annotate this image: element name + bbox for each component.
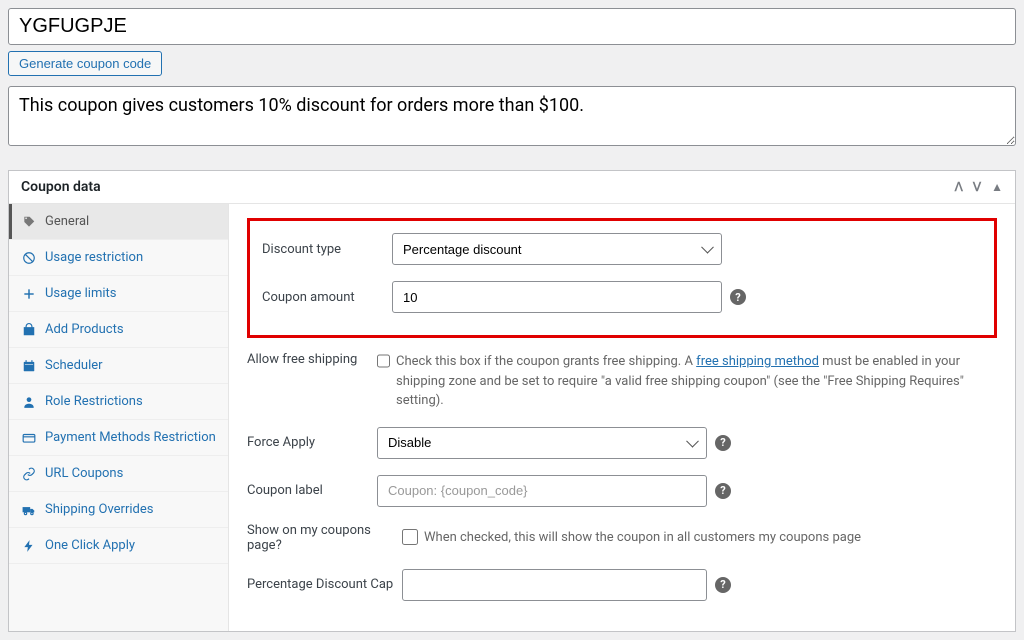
tab-usage-limits[interactable]: Usage limits <box>9 276 228 312</box>
bag-icon <box>21 323 37 337</box>
bolt-icon <box>21 539 37 553</box>
help-icon[interactable]: ? <box>730 289 746 305</box>
tab-scheduler[interactable]: Scheduler <box>9 348 228 384</box>
panel-move-up-icon[interactable]: ᐱ <box>955 180 963 194</box>
percentage-cap-label: Percentage Discount Cap <box>247 577 402 592</box>
coupon-amount-label: Coupon amount <box>262 290 392 305</box>
plus-icon <box>21 287 37 301</box>
tab-payment-methods[interactable]: Payment Methods Restriction <box>9 420 228 456</box>
generate-coupon-button[interactable]: Generate coupon code <box>8 51 162 76</box>
tab-label: Add Products <box>45 322 124 337</box>
card-icon <box>21 431 37 445</box>
panel-move-down-icon[interactable]: ᐯ <box>973 180 981 194</box>
coupon-label-label: Coupon label <box>247 483 377 498</box>
tab-general[interactable]: General <box>9 204 228 240</box>
free-shipping-method-link[interactable]: free shipping method <box>696 354 819 369</box>
calendar-icon <box>21 359 37 373</box>
tab-label: Shipping Overrides <box>45 502 153 517</box>
panel-toggle-icon[interactable]: ▲ <box>991 180 1003 194</box>
coupon-label-input[interactable] <box>377 475 707 507</box>
tab-one-click-apply[interactable]: One Click Apply <box>9 528 228 564</box>
link-icon <box>21 467 37 481</box>
force-apply-label: Force Apply <box>247 435 377 450</box>
discount-type-select[interactable] <box>392 233 722 265</box>
tab-label: Payment Methods Restriction <box>45 430 216 445</box>
coupon-data-panel: Coupon data ᐱ ᐯ ▲ General Usage restrict… <box>8 170 1016 632</box>
highlight-region: Discount type Coupon amount ? <box>247 218 997 338</box>
discount-type-label: Discount type <box>262 242 392 257</box>
show-on-my-coupons-text: When checked, this will show the coupon … <box>424 528 861 548</box>
tab-role-restrictions[interactable]: Role Restrictions <box>9 384 228 420</box>
panel-header: Coupon data ᐱ ᐯ ▲ <box>9 171 1015 204</box>
tab-label: Role Restrictions <box>45 394 143 409</box>
user-icon <box>21 395 37 409</box>
coupon-description-input[interactable] <box>8 86 1016 146</box>
tab-label: Usage limits <box>45 286 116 301</box>
free-shipping-label: Allow free shipping <box>247 352 377 367</box>
free-shipping-text: Check this box if the coupon grants free… <box>396 352 997 411</box>
tag-icon <box>21 215 37 229</box>
tab-label: Usage restriction <box>45 250 143 265</box>
tab-label: URL Coupons <box>45 466 123 481</box>
coupon-amount-input[interactable] <box>392 281 722 313</box>
settings-tabs: General Usage restriction Usage limits A… <box>9 204 229 631</box>
help-icon[interactable]: ? <box>715 483 731 499</box>
ban-icon <box>21 251 37 265</box>
force-apply-select[interactable] <box>377 427 707 459</box>
tab-label: One Click Apply <box>45 538 135 553</box>
show-on-my-coupons-label: Show on my coupons page? <box>247 523 402 553</box>
tab-label: Scheduler <box>45 358 103 373</box>
truck-icon <box>21 503 37 517</box>
coupon-code-input[interactable] <box>8 8 1016 45</box>
tab-label: General <box>45 214 89 229</box>
panel-title: Coupon data <box>21 179 101 195</box>
percentage-cap-input[interactable] <box>402 569 707 601</box>
help-icon[interactable]: ? <box>715 577 731 593</box>
tab-shipping-overrides[interactable]: Shipping Overrides <box>9 492 228 528</box>
settings-content: Discount type Coupon amount ? Allow free… <box>229 204 1015 631</box>
free-shipping-checkbox[interactable] <box>377 353 390 369</box>
tab-usage-restriction[interactable]: Usage restriction <box>9 240 228 276</box>
tab-add-products[interactable]: Add Products <box>9 312 228 348</box>
show-on-my-coupons-checkbox[interactable] <box>402 529 418 545</box>
help-icon[interactable]: ? <box>715 435 731 451</box>
tab-url-coupons[interactable]: URL Coupons <box>9 456 228 492</box>
